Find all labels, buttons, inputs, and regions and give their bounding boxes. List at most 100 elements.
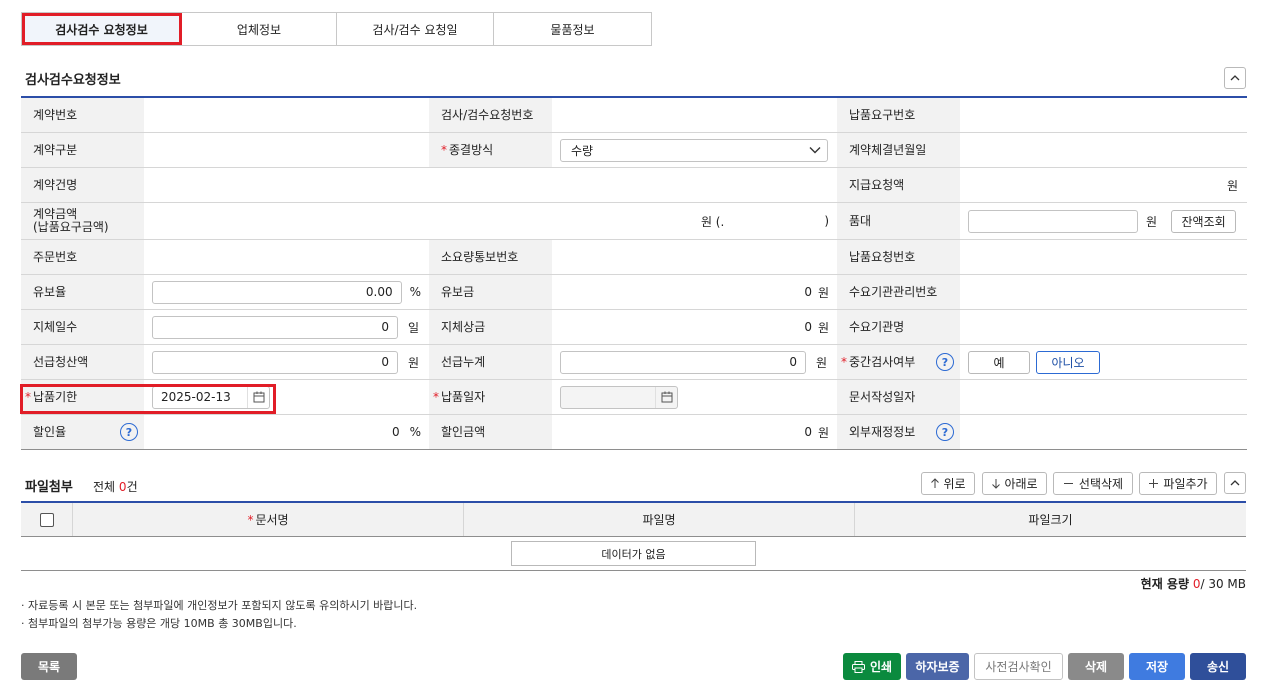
label-contract-type: 계약구분	[21, 133, 144, 167]
send-button[interactable]: 송신	[1190, 653, 1246, 680]
balance-inquiry-button[interactable]: 잔액조회	[1171, 209, 1237, 233]
label-req-notice-no: 소요량통보번호	[429, 240, 552, 274]
table-row: 계약구분 * 종결방식 수량 계약체결년월일	[21, 133, 1247, 168]
delivery-date-cell	[552, 380, 837, 414]
value-contract-amount: 원 (.)	[144, 203, 837, 239]
table-row: 유보율 0.00 % 유보금 0원 수요기관관리번호	[21, 275, 1247, 310]
delivery-deadline-value: 2025-02-13	[161, 390, 231, 404]
column-file-name: 파일명	[464, 503, 855, 536]
advance-settle-input[interactable]: 0	[152, 350, 398, 374]
label-mid-inspect: * 중간검사여부 ?	[837, 345, 960, 379]
label-contract-amount: 계약금액 (납품요구금액)	[21, 203, 144, 239]
help-icon[interactable]: ?	[120, 423, 138, 441]
delay-days-cell: 0 일	[144, 310, 429, 344]
value-external-finance	[960, 415, 1246, 449]
label-retention-rate: 유보율	[21, 275, 144, 309]
collapse-section-button[interactable]	[1224, 67, 1246, 89]
minus-icon	[1063, 483, 1073, 484]
advance-settle-cell: 0 원	[144, 345, 429, 379]
tab-company-info[interactable]: 업체정보	[182, 13, 337, 45]
chevron-up-icon	[1230, 75, 1240, 81]
chevron-up-icon	[1230, 480, 1240, 486]
delete-button[interactable]: 삭제	[1068, 653, 1124, 680]
value-req-notice-no	[552, 240, 837, 274]
delay-days-input[interactable]: 0	[152, 315, 398, 339]
table-row: 계약번호 검사/검수요청번호 납품요구번호	[21, 98, 1247, 133]
label-delivery-req-no: 납품요구번호	[837, 98, 960, 132]
attachment-table-body: 데이터가 없음	[21, 537, 1246, 571]
storage-usage: 현재 용량 0/ 30 MB	[1140, 577, 1246, 591]
mid-inspect-yes-button[interactable]: 예	[968, 350, 1030, 374]
advance-total-unit: 원	[816, 355, 828, 370]
attachment-title: 파일첨부	[25, 480, 73, 495]
table-row: 주문번호 소요량통보번호 납품요청번호	[21, 240, 1247, 275]
label-agency-mgmt-no: 수요기관관리번호	[837, 275, 960, 309]
value-pay-req-amount: 원	[960, 168, 1246, 202]
precheck-button[interactable]: 사전검사확인	[974, 653, 1063, 680]
arrow-up-icon	[931, 478, 940, 488]
select-all-checkbox[interactable]	[39, 512, 54, 527]
label-delivery-request-no: 납품요청번호	[837, 240, 960, 274]
move-up-button[interactable]: 위로	[921, 472, 975, 495]
tab-inspection-date[interactable]: 검사/검수 요청일	[337, 13, 494, 45]
save-button[interactable]: 저장	[1129, 653, 1185, 680]
arrow-down-icon	[992, 479, 1001, 489]
add-file-button[interactable]: 파일추가	[1139, 472, 1217, 495]
label-pay-req-amount: 지급요청액	[837, 168, 960, 202]
label-delay-penalty: 지체상금	[429, 310, 552, 344]
calendar-icon[interactable]	[655, 386, 677, 408]
close-method-select[interactable]: 수량	[560, 138, 828, 162]
label-delivery-date: * 납품일자	[429, 380, 552, 414]
delivery-deadline-cell: 2025-02-13	[144, 380, 429, 414]
retention-rate-input[interactable]: 0.00	[152, 280, 402, 304]
notice-privacy: · 자료등록 시 본문 또는 첨부파일에 개인정보가 포함되지 않도록 유의하시…	[21, 599, 418, 612]
label-contract-name: 계약건명	[21, 168, 144, 202]
price-unit: 원	[1146, 214, 1158, 229]
price-input[interactable]	[968, 209, 1138, 233]
help-icon[interactable]: ?	[936, 423, 954, 441]
table-row: 계약금액 (납품요구금액) 원 (.) 품대 원 잔액조회	[21, 203, 1247, 240]
list-button[interactable]: 목록	[21, 653, 77, 680]
move-down-button[interactable]: 아래로	[982, 472, 1047, 495]
calendar-icon[interactable]	[247, 386, 269, 408]
collapse-attachments-button[interactable]	[1224, 472, 1246, 494]
label-order-no: 주문번호	[21, 240, 144, 274]
value-delivery-req-no	[960, 98, 1246, 132]
print-button[interactable]: 인쇄	[843, 653, 901, 680]
value-contract-type	[144, 133, 429, 167]
delivery-date-input[interactable]	[560, 385, 678, 409]
attachment-table: * 문서명 파일명 파일크기 데이터가 없음	[21, 501, 1246, 571]
value-contract-date	[960, 133, 1246, 167]
value-agency-mgmt-no	[960, 275, 1246, 309]
label-delivery-deadline: * 납품기한	[21, 380, 144, 414]
label-contract-no: 계약번호	[21, 98, 144, 132]
label-retention-amount: 유보금	[429, 275, 552, 309]
retention-rate-cell: 0.00 %	[144, 275, 429, 309]
label-advance-total: 선급누계	[429, 345, 552, 379]
value-discount-amount: 0원	[552, 415, 837, 449]
label-discount-rate: 할인율 ?	[21, 415, 144, 449]
tab-inspection-request[interactable]: 검사검수 요청정보	[22, 13, 182, 45]
tab-product-info[interactable]: 물품정보	[494, 13, 651, 45]
plus-icon	[1149, 479, 1159, 488]
table-row: 할인율 ? 0% 할인금액 0원 외부재정정보 ?	[21, 415, 1247, 450]
advance-total-input[interactable]: 0	[560, 350, 806, 374]
label-inspect-req-no: 검사/검수요청번호	[429, 98, 552, 132]
chevron-down-icon	[809, 147, 821, 154]
table-row: 지체일수 0 일 지체상금 0원 수요기관명	[21, 310, 1247, 345]
tab-bar: 검사검수 요청정보 업체정보 검사/검수 요청일 물품정보	[21, 12, 652, 46]
attachment-count: 전체 0건	[93, 480, 138, 494]
value-doc-date	[960, 380, 1246, 414]
inspection-info-table: 계약번호 검사/검수요청번호 납품요구번호 계약구분 * 종결방식 수량 계약체결…	[21, 96, 1247, 450]
label-price: 품대	[837, 203, 960, 239]
advance-total-cell: 0 원	[552, 345, 837, 379]
delete-selected-button[interactable]: 선택삭제	[1053, 472, 1133, 495]
warranty-button[interactable]: 하자보증	[906, 653, 969, 680]
section-title: 검사검수요청정보	[25, 73, 121, 88]
delivery-deadline-input[interactable]: 2025-02-13	[152, 385, 270, 409]
label-doc-date: 문서작성일자	[837, 380, 960, 414]
help-icon[interactable]: ?	[936, 353, 954, 371]
mid-inspect-no-button[interactable]: 아니오	[1036, 350, 1100, 374]
mid-inspect-cell: 예 아니오	[960, 345, 1246, 379]
label-external-finance: 외부재정정보 ?	[837, 415, 960, 449]
